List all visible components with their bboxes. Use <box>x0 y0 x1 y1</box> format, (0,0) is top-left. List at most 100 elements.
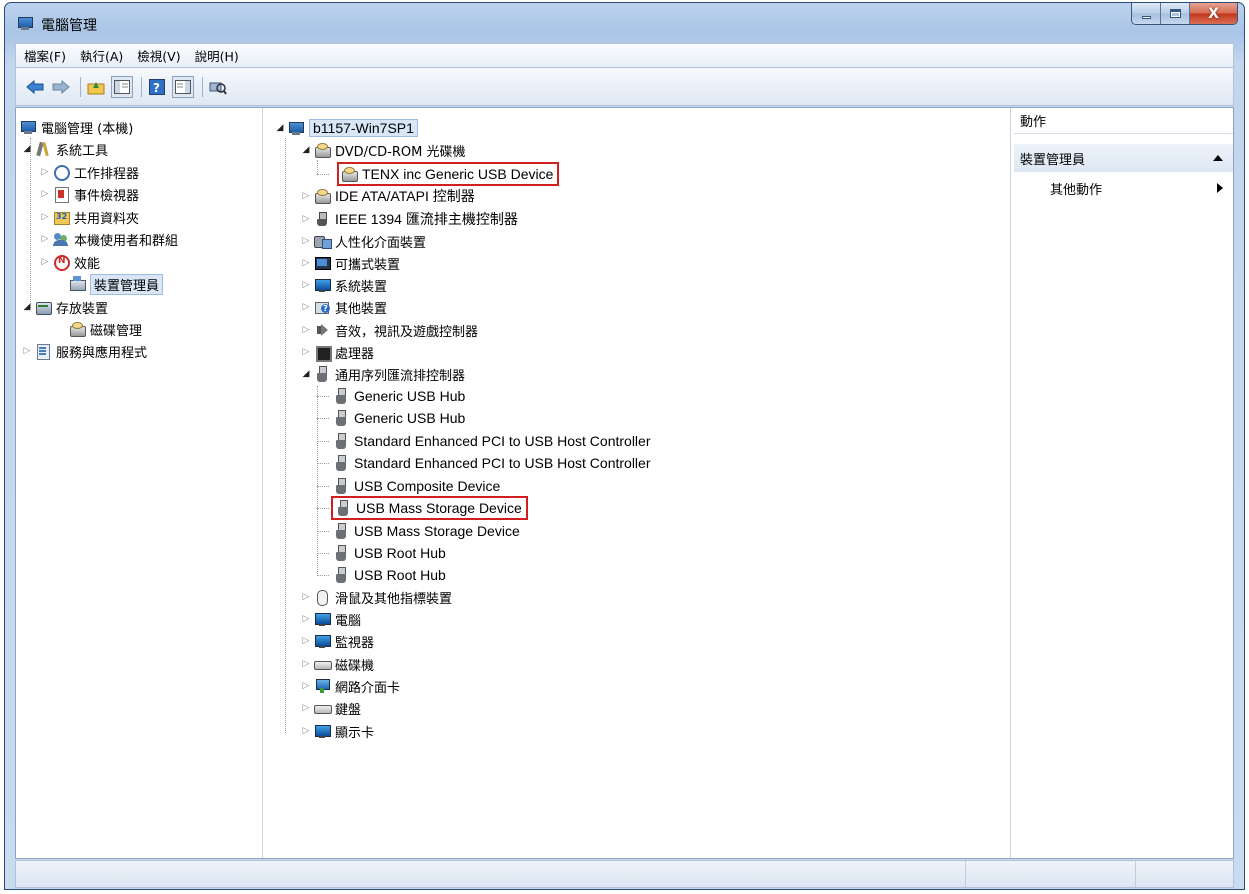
actions-pane: 動作 裝置管理員 其他動作 <box>1014 108 1233 858</box>
collapsed-icon[interactable]: ▷ <box>301 614 311 624</box>
collapsed-icon[interactable]: ▷ <box>40 234 50 244</box>
action-more-actions[interactable]: 其他動作 <box>1014 176 1233 200</box>
device-tenx-generic-usb[interactable]: TENX inc Generic USB Device <box>337 162 560 186</box>
collapsed-icon[interactable]: ▷ <box>301 258 311 268</box>
show-hide-action-pane-icon <box>175 79 191 94</box>
device-label: USB Root Hub <box>354 545 446 561</box>
collapsed-icon[interactable]: ▷ <box>301 236 311 246</box>
device-usb-child[interactable]: Generic USB Hub <box>333 408 465 428</box>
category-label: 通用序列匯流排控制器 <box>335 368 466 384</box>
category-dvd-cdrom[interactable]: ◢ DVD/CD-ROM 光碟機 <box>301 140 465 160</box>
collapsed-icon[interactable]: ▷ <box>301 592 311 602</box>
actions-group-device-manager[interactable]: 裝置管理員 <box>1014 144 1233 172</box>
category-disk-drives[interactable]: ▷ 磁碟機 <box>301 654 374 674</box>
collapsed-icon[interactable]: ▷ <box>40 257 50 267</box>
category-network-adapters[interactable]: ▷ 網路介面卡 <box>301 676 400 696</box>
category-display-adapters[interactable]: ▷ 顯示卡 <box>301 721 374 741</box>
device-usb-child[interactable]: Standard Enhanced PCI to USB Host Contro… <box>333 431 651 451</box>
collapsed-icon[interactable]: ▷ <box>301 302 311 312</box>
actions-group-label: 裝置管理員 <box>1020 152 1086 168</box>
menu-file[interactable]: 檔案(F) <box>24 46 66 65</box>
collapse-up-icon[interactable] <box>1213 155 1223 161</box>
collapsed-icon[interactable]: ▷ <box>301 191 311 201</box>
tree-item-performance[interactable]: ▷ 效能 <box>40 252 100 272</box>
category-ieee1394[interactable]: ▷ IEEE 1394 匯流排主機控制器 <box>301 209 518 229</box>
menu-help[interactable]: 說明(H) <box>195 46 239 65</box>
category-processors[interactable]: ▷ 處理器 <box>301 342 374 362</box>
tree-item-services-applications[interactable]: ▷ 服務與應用程式 <box>22 341 147 361</box>
close-icon: X <box>1208 5 1219 22</box>
category-ide-ata[interactable]: ▷ IDE ATA/ATAPI 控制器 <box>301 186 475 206</box>
expanded-icon[interactable]: ◢ <box>301 369 311 379</box>
collapsed-icon[interactable]: ▷ <box>301 636 311 646</box>
tree-item-storage[interactable]: ◢ 存放裝置 <box>22 297 108 317</box>
title-bar[interactable]: 電腦管理 X <box>5 3 1244 43</box>
category-computer[interactable]: ▷ 電腦 <box>301 609 361 629</box>
close-button[interactable]: X <box>1190 3 1237 24</box>
category-system-devices[interactable]: ▷ 系統裝置 <box>301 275 387 295</box>
device-usb-child[interactable]: USB Mass Storage Device <box>333 521 520 541</box>
collapsed-icon[interactable]: ▷ <box>301 280 311 290</box>
collapsed-icon[interactable]: ▷ <box>301 214 311 224</box>
help-button[interactable]: ? <box>146 76 168 98</box>
category-label: 網路介面卡 <box>335 680 401 696</box>
expanded-icon[interactable]: ◢ <box>301 145 311 155</box>
scan-hardware-button[interactable] <box>207 76 229 98</box>
show-hide-action-pane-button[interactable] <box>172 75 194 98</box>
device-usb-mass-storage-highlighted[interactable]: USB Mass Storage Device <box>331 496 528 520</box>
tree-item-computer-management[interactable]: 電腦管理 (本機) <box>20 117 133 137</box>
collapsed-icon[interactable]: ▷ <box>40 189 50 199</box>
tree-item-event-viewer[interactable]: ▷ 事件檢視器 <box>40 184 139 204</box>
device-usb-child[interactable]: Standard Enhanced PCI to USB Host Contro… <box>333 453 651 473</box>
forward-button[interactable] <box>50 76 72 98</box>
back-button[interactable] <box>24 76 46 98</box>
disk-drive-icon <box>314 656 332 672</box>
device-usb-child[interactable]: Generic USB Hub <box>333 386 465 406</box>
collapsed-icon[interactable]: ▷ <box>22 346 32 356</box>
category-monitors[interactable]: ▷ 監視器 <box>301 631 374 651</box>
category-portable[interactable]: ▷ 可攜式裝置 <box>301 253 400 273</box>
collapsed-icon[interactable]: ▷ <box>301 681 311 691</box>
tree-item-label: 服務與應用程式 <box>56 345 148 361</box>
device-usb-child[interactable]: USB Root Hub <box>333 565 446 585</box>
collapsed-icon[interactable]: ▷ <box>301 325 311 335</box>
tree-item-shared-folders[interactable]: ▷ 共用資料夾 <box>40 207 139 227</box>
tree-item-system-tools[interactable]: ◢ 系統工具 <box>22 139 108 159</box>
collapsed-icon[interactable]: ▷ <box>301 347 311 357</box>
tree-item-label: 系統工具 <box>56 143 109 159</box>
collapsed-icon[interactable]: ▷ <box>301 703 311 713</box>
category-hid[interactable]: ▷ 人性化介面裝置 <box>301 231 426 251</box>
menu-action[interactable]: 執行(A) <box>80 46 123 65</box>
expanded-icon[interactable]: ◢ <box>275 123 285 133</box>
expanded-icon[interactable]: ◢ <box>22 144 32 154</box>
category-keyboards[interactable]: ▷ 鍵盤 <box>301 698 361 718</box>
device-label: Generic USB Hub <box>354 388 466 404</box>
dvd-drive-icon <box>341 166 358 182</box>
tree-guide <box>317 386 318 574</box>
device-usb-child[interactable]: USB Root Hub <box>333 543 446 563</box>
actions-header: 動作 <box>1014 108 1233 134</box>
expanded-icon[interactable]: ◢ <box>22 302 32 312</box>
collapsed-icon[interactable]: ▷ <box>301 659 311 669</box>
device-tree-root[interactable]: ◢ b1157-Win7SP1 <box>275 118 418 138</box>
maximize-button[interactable] <box>1161 3 1190 24</box>
collapsed-icon[interactable]: ▷ <box>40 167 50 177</box>
tree-item-label: 工作排程器 <box>74 166 140 182</box>
collapsed-icon[interactable]: ▷ <box>301 726 311 736</box>
category-other-devices[interactable]: ▷ 其他裝置 <box>301 297 387 317</box>
menu-bar: 檔案(F) 執行(A) 檢視(V) 說明(H) <box>15 43 1234 68</box>
tree-item-task-scheduler[interactable]: ▷ 工作排程器 <box>40 162 139 182</box>
tree-item-local-users[interactable]: ▷ 本機使用者和群組 <box>40 229 178 249</box>
category-label: 人性化介面裝置 <box>335 235 427 251</box>
category-usb-controllers[interactable]: ◢ 通用序列匯流排控制器 <box>301 364 465 384</box>
tree-item-disk-management[interactable]: 磁碟管理 <box>53 319 142 339</box>
tree-item-device-manager[interactable]: 裝置管理員 <box>53 273 164 295</box>
collapsed-icon[interactable]: ▷ <box>40 212 50 222</box>
minimize-button[interactable] <box>1132 3 1161 24</box>
menu-view[interactable]: 檢視(V) <box>137 46 180 65</box>
device-usb-child[interactable]: USB Composite Device <box>333 476 500 496</box>
category-mice[interactable]: ▷ 滑鼠及其他指標裝置 <box>301 587 452 607</box>
up-one-level-button[interactable] <box>85 76 107 98</box>
category-sound[interactable]: ▷ 音效，視訊及遊戲控制器 <box>301 320 478 340</box>
show-hide-console-tree-button[interactable] <box>111 75 133 98</box>
